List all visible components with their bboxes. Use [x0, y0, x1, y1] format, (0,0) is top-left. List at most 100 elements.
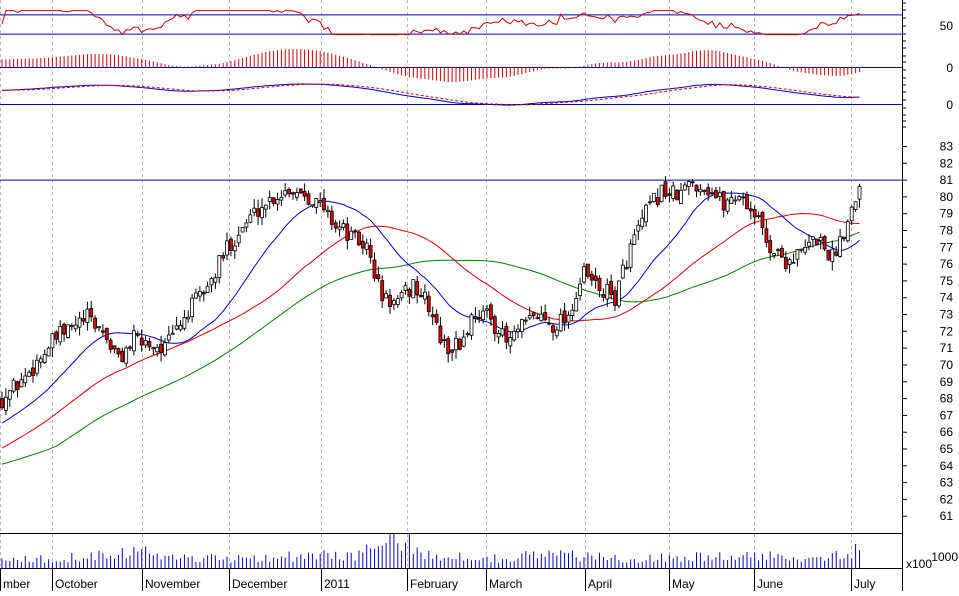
candle-body — [714, 189, 718, 199]
candle-body — [143, 340, 148, 346]
candle-body — [360, 240, 365, 249]
candle-body — [543, 311, 548, 321]
candle-body — [748, 208, 753, 212]
histogram-panel — [0, 49, 902, 83]
candle-body — [745, 194, 749, 210]
macd-panel — [0, 83, 902, 106]
candle-body — [461, 336, 466, 347]
candle-body — [155, 346, 160, 353]
candle-body — [46, 347, 51, 357]
candle-body — [438, 325, 443, 344]
candle-body — [620, 264, 625, 279]
month-label: June — [757, 577, 783, 591]
volume-unit-label: x100 — [906, 557, 932, 571]
candle-body — [407, 288, 412, 297]
candle-body — [349, 230, 354, 240]
candle-body — [628, 243, 633, 268]
candle-body — [228, 238, 233, 252]
candle-body — [574, 297, 579, 312]
candle-body — [430, 314, 435, 318]
candle-body — [368, 245, 373, 258]
candle-body — [710, 192, 714, 195]
candle-body — [411, 279, 416, 299]
candle-body — [42, 353, 47, 363]
candle-body — [391, 300, 396, 305]
candle-body — [636, 224, 641, 232]
candle-body — [717, 192, 722, 197]
candle-body — [492, 316, 497, 334]
candle-body — [415, 281, 420, 296]
price-tick-label: 63 — [940, 476, 954, 490]
candle-body — [364, 242, 369, 250]
candle-body — [570, 309, 575, 317]
moving-average-mid — [1, 212, 860, 449]
price-tick-label: 74 — [940, 291, 954, 305]
candle-body — [648, 201, 652, 204]
candle-body — [221, 255, 226, 259]
candle-body — [473, 316, 478, 319]
candle-body — [97, 326, 101, 329]
month-label: November — [145, 577, 200, 591]
candle-body — [147, 341, 152, 348]
candle-body — [201, 291, 206, 295]
candle-body — [104, 328, 109, 340]
candle-body — [737, 196, 742, 201]
candle-body — [706, 187, 711, 196]
candle-body — [442, 339, 447, 342]
candle-body — [395, 298, 400, 305]
candle-body — [422, 291, 427, 300]
price-tick-label: 67 — [940, 408, 954, 422]
candle-body — [807, 241, 811, 247]
candle-body — [582, 266, 586, 283]
candle-body — [345, 223, 350, 241]
candle-body — [283, 190, 288, 196]
candle-body — [89, 308, 94, 318]
candle-body — [508, 337, 513, 347]
price-tick-label: 75 — [940, 274, 954, 288]
candle-body — [562, 310, 567, 324]
candle-body — [845, 221, 850, 242]
price-tick-label: 71 — [940, 341, 954, 355]
candle-body — [500, 328, 505, 336]
candle-body — [236, 234, 241, 244]
candle-body — [291, 192, 295, 195]
candle-body — [659, 184, 664, 203]
candle-body — [120, 350, 125, 363]
candle-body — [686, 181, 691, 187]
price-tick-label: 66 — [940, 425, 954, 439]
candle-body — [314, 198, 319, 208]
candle-body — [465, 333, 470, 336]
candle-body — [834, 251, 839, 256]
candle-body — [640, 217, 645, 227]
axis-layer: 61 62 63 64 65 66 67 68 69 70 71 72 73 74 75 76 77 78 79 80… — [0, 0, 958, 591]
candle-body — [77, 317, 82, 328]
candle-body — [35, 359, 39, 374]
candle-body — [69, 324, 74, 327]
candle-body — [159, 343, 164, 354]
candle-body — [426, 295, 431, 313]
candle-body — [248, 214, 253, 223]
candle-body — [62, 323, 66, 335]
candle-body — [764, 228, 769, 243]
candle-body — [337, 226, 342, 230]
candle-body — [776, 249, 780, 252]
price-tick-label: 69 — [940, 375, 954, 389]
candle-body — [520, 319, 524, 333]
candle-body — [310, 204, 315, 207]
candle-body — [586, 263, 590, 277]
price-tick-label: 61 — [940, 509, 954, 523]
candle-body — [481, 310, 486, 321]
candle-body — [675, 189, 679, 201]
candle-body — [403, 285, 408, 291]
candle-body — [66, 324, 70, 338]
candle-body — [450, 349, 455, 353]
candle-body — [294, 192, 299, 198]
candle-body — [566, 314, 571, 323]
candle-body — [0, 397, 4, 409]
candle-body — [469, 314, 474, 336]
candle-body — [124, 347, 129, 364]
month-label: mber — [3, 577, 30, 591]
candle-body — [853, 201, 858, 210]
candle-body — [683, 184, 687, 191]
candle-body — [135, 333, 140, 336]
